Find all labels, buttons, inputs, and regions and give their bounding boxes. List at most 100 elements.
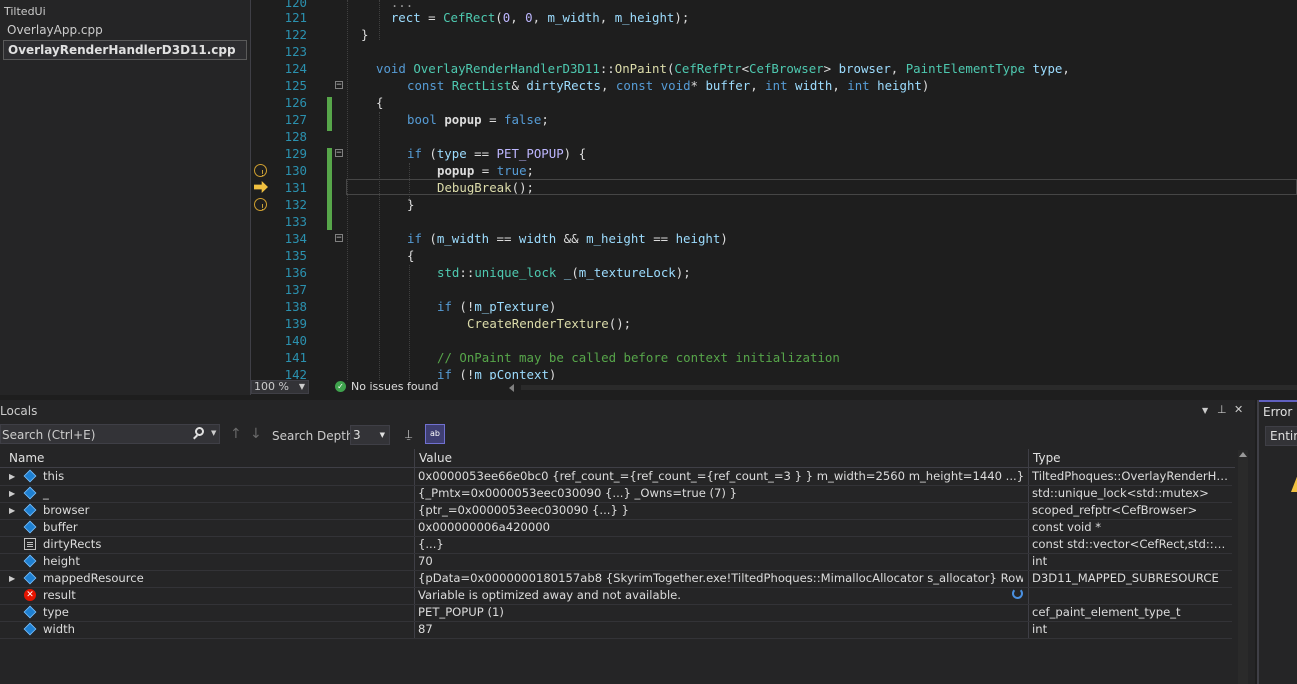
code-line[interactable]: 126 { xyxy=(251,94,1297,111)
table-row[interactable]: type PET_POPUP (1) cef_paint_element_type_… xyxy=(0,604,1232,622)
table-row[interactable]: ▶ this 0x0000053ee66e0bc0 {ref_count_={ref… xyxy=(0,468,1232,486)
search-icon[interactable] xyxy=(195,427,204,436)
variable-value[interactable]: {ptr_=0x0000053eec030090 {...} } xyxy=(418,502,1023,519)
search-input[interactable] xyxy=(1,425,189,445)
code-line[interactable]: 136 std::unique_lock _(m_textureLock); xyxy=(251,264,1297,281)
code-line[interactable]: 138 if (!m_pTexture) xyxy=(251,298,1297,315)
chevron-down-icon[interactable]: ▼ xyxy=(211,429,216,437)
code-text[interactable]: } xyxy=(361,26,368,43)
search-up-arrow-icon[interactable]: ↑ xyxy=(230,426,242,442)
expand-chevron-icon[interactable]: ▶ xyxy=(9,502,15,519)
variable-value[interactable]: 0x000000006a420000 xyxy=(418,519,1023,536)
pin-icon[interactable]: ⍊ xyxy=(405,427,417,441)
table-row[interactable]: buffer 0x000000006a420000 const void * xyxy=(0,519,1232,537)
column-header-value[interactable]: Value xyxy=(419,449,452,467)
pin-panel-icon[interactable]: ⊥ xyxy=(1217,403,1227,416)
variable-value[interactable]: PET_POPUP (1) xyxy=(418,604,1023,621)
file-item-overlayapp[interactable]: OverlayApp.cpp xyxy=(7,21,103,39)
variable-value[interactable]: Variable is optimized away and not avail… xyxy=(418,587,1023,604)
code-line[interactable]: 129 if (type == PET_POPUP) { xyxy=(251,145,1297,162)
code-text[interactable]: bool popup = false; xyxy=(407,111,549,128)
table-row[interactable]: width 87 int xyxy=(0,621,1232,639)
variable-value[interactable]: 70 xyxy=(418,553,1023,570)
vertical-scrollbar[interactable] xyxy=(1238,450,1248,684)
zoom-dropdown[interactable]: 100 % ▼ xyxy=(251,380,309,394)
code-text[interactable]: if (!m_pContext) xyxy=(437,366,556,380)
variable-type: TiltedPhoques::OverlayRenderHandl... xyxy=(1032,469,1232,483)
horizontal-scrollbar[interactable] xyxy=(521,385,1297,390)
variable-value[interactable]: {...} xyxy=(418,536,1023,553)
code-line[interactable]: 121 rect = CefRect(0, 0, m_width, m_heig… xyxy=(251,9,1297,26)
search-depth-dropdown[interactable]: 3 ▼ xyxy=(350,425,390,445)
column-header-type[interactable]: Type xyxy=(1033,449,1061,467)
code-line[interactable]: 137 xyxy=(251,281,1297,298)
code-text[interactable]: if (!m_pTexture) xyxy=(437,298,556,315)
code-line[interactable]: 127 bool popup = false; xyxy=(251,111,1297,128)
code-line[interactable]: 135 { xyxy=(251,247,1297,264)
scroll-up-icon[interactable] xyxy=(1239,452,1247,457)
table-row[interactable]: dirtyRects {...} const std::vector<CefRect… xyxy=(0,536,1232,554)
table-row[interactable]: ▶ _ {_Pmtx=0x0000053eec030090 {...} _Owns=… xyxy=(0,485,1232,503)
code-text[interactable]: CreateRenderTexture(); xyxy=(467,315,631,332)
panel-title[interactable]: Error L xyxy=(1263,405,1297,419)
table-row[interactable]: height 70 int xyxy=(0,553,1232,571)
view-toggle-icon[interactable]: ab xyxy=(425,424,445,444)
scroll-left-icon[interactable] xyxy=(509,384,514,392)
table-row[interactable]: ✕ result Variable is optimized away and no… xyxy=(0,587,1232,605)
code-line[interactable]: 130 popup = true; xyxy=(251,162,1297,179)
code-line[interactable]: 134 if (m_width == width && m_height == h… xyxy=(251,230,1297,247)
code-text[interactable]: // OnPaint may be called before context … xyxy=(437,349,840,366)
code-editor[interactable]: ! ! − − − 120 ... 121 rect = CefRect(0, … xyxy=(251,0,1297,380)
code-text[interactable]: const RectList& dirtyRects, const void* … xyxy=(407,77,929,94)
code-line[interactable]: 124 void OverlayRenderHandlerD3D11::OnPai… xyxy=(251,60,1297,77)
code-line[interactable]: 141 // OnPaint may be called before conte… xyxy=(251,349,1297,366)
code-line[interactable]: 139 CreateRenderTexture(); xyxy=(251,315,1297,332)
warning-icon xyxy=(1291,474,1297,492)
search-down-arrow-icon[interactable]: ↓ xyxy=(250,426,262,442)
line-number: 134 xyxy=(284,231,307,246)
code-text[interactable]: { xyxy=(376,94,383,111)
expand-chevron-icon[interactable]: ▶ xyxy=(9,468,15,485)
error-scope-dropdown[interactable]: Entire xyxy=(1265,426,1297,446)
code-text[interactable]: DebugBreak(); xyxy=(437,179,534,196)
variable-value[interactable]: {_Pmtx=0x0000053eec030090 {...} _Owns=tr… xyxy=(418,485,1023,502)
code-line[interactable]: 128 xyxy=(251,128,1297,145)
code-line[interactable]: 140 xyxy=(251,332,1297,349)
expand-chevron-icon[interactable]: ▶ xyxy=(9,570,15,587)
code-text[interactable]: std::unique_lock _(m_textureLock); xyxy=(437,264,691,281)
code-text[interactable]: if (type == PET_POPUP) { xyxy=(407,145,586,162)
panel-menu-icon[interactable]: ▼ xyxy=(1202,406,1208,415)
project-name[interactable]: TiltedUi xyxy=(4,5,46,18)
file-item-overlayrenderhandler[interactable]: OverlayRenderHandlerD3D11.cpp xyxy=(3,40,247,60)
expand-chevron-icon[interactable]: ▶ xyxy=(9,485,15,502)
issues-status[interactable]: No issues found xyxy=(351,380,438,394)
code-text[interactable]: if (m_width == width && m_height == heig… xyxy=(407,230,728,247)
column-header-name[interactable]: Name xyxy=(9,449,44,467)
code-text[interactable]: void OverlayRenderHandlerD3D11::OnPaint(… xyxy=(376,60,1070,77)
code-line[interactable]: 132} xyxy=(251,196,1297,213)
variable-value[interactable]: 87 xyxy=(418,621,1023,638)
variable-name: dirtyRects xyxy=(43,537,102,551)
code-line[interactable]: 131 DebugBreak(); xyxy=(251,179,1297,196)
table-row[interactable]: ▶ mappedResource {pData=0x0000000180157ab8… xyxy=(0,570,1232,588)
code-text[interactable]: popup = true; xyxy=(437,162,534,179)
code-line[interactable]: 123 xyxy=(251,43,1297,60)
code-line[interactable]: 122} xyxy=(251,26,1297,43)
variable-value[interactable]: 0x0000053ee66e0bc0 {ref_count_={ref_coun… xyxy=(418,468,1023,485)
variable-name: type xyxy=(43,605,69,619)
table-header: Name Value Type xyxy=(0,449,1235,468)
refresh-icon[interactable] xyxy=(1012,588,1023,599)
object-icon xyxy=(23,486,37,500)
code-line[interactable]: 133 xyxy=(251,213,1297,230)
code-line[interactable]: 142 if (!m_pContext) xyxy=(251,366,1297,380)
close-icon[interactable]: ✕ xyxy=(1234,403,1243,416)
code-text[interactable]: } xyxy=(407,196,414,213)
locals-search-box[interactable]: ▼ xyxy=(0,424,220,445)
table-row[interactable]: ▶ browser {ptr_=0x0000053eec030090 {...} }… xyxy=(0,502,1232,520)
object-icon xyxy=(23,469,37,483)
code-line[interactable]: 125 const RectList& dirtyRects, const voi… xyxy=(251,77,1297,94)
variable-value[interactable]: {pData=0x0000000180157ab8 {SkyrimTogethe… xyxy=(418,570,1023,587)
code-text[interactable]: { xyxy=(407,247,414,264)
code-text[interactable]: rect = CefRect(0, 0, m_width, m_height); xyxy=(361,9,689,26)
line-number: 125 xyxy=(284,78,307,93)
